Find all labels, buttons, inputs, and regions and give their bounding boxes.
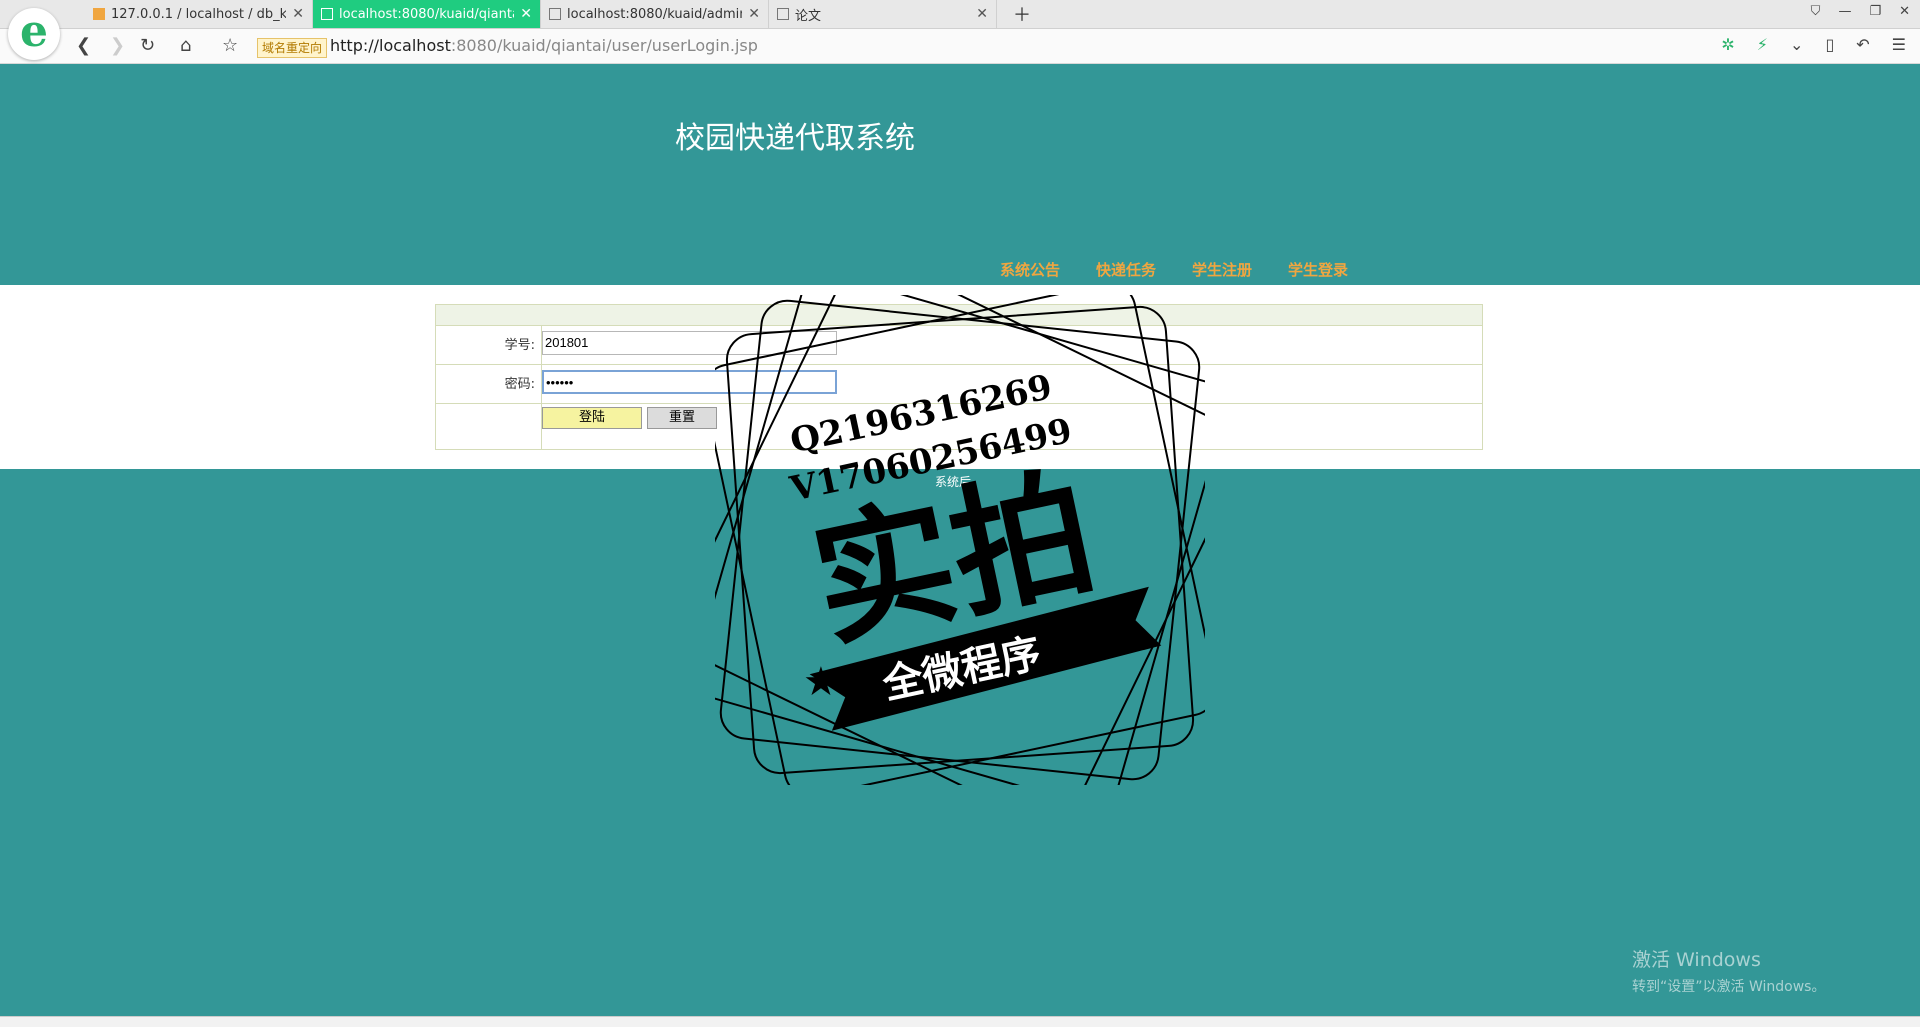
- url-input[interactable]: http://localhost:8080/kuaid/qiantai/user…: [330, 36, 758, 55]
- windows-activation-notice: 激活 Windows 转到“设置”以激活 Windows。: [1632, 945, 1825, 996]
- tab-admin-page[interactable]: localhost:8080/kuaid/admin/i ✕: [541, 0, 769, 28]
- star-icon: ★: [803, 659, 839, 705]
- page-icon: [549, 8, 561, 20]
- nav-student-login[interactable]: 学生登录: [1288, 259, 1348, 280]
- tab-login-page[interactable]: localhost:8080/kuaid/qiantai/ ✕: [313, 0, 541, 28]
- forward-icon[interactable]: ❯: [110, 35, 125, 56]
- student-id-input[interactable]: 201801: [542, 331, 837, 355]
- login-form: 学号: 201801 密码: •••••• 登陆 重置: [435, 304, 1483, 450]
- skin-icon[interactable]: ⛉: [1811, 4, 1821, 19]
- nav-announcements[interactable]: 系统公告: [1000, 259, 1060, 280]
- tab-phpmyadmin[interactable]: 127.0.0.1 / localhost / db_kua ✕: [85, 0, 313, 28]
- pma-icon: [93, 8, 105, 20]
- back-icon[interactable]: ❮: [76, 35, 91, 56]
- close-icon[interactable]: ✕: [292, 6, 304, 22]
- tab-label: 127.0.0.1 / localhost / db_kua: [111, 6, 287, 22]
- star-icon: ★: [1103, 589, 1139, 635]
- window-controls: ⛉ — ❐ ✕: [1811, 4, 1910, 19]
- status-bar: [0, 1016, 1920, 1027]
- url-host: http://localhost: [330, 36, 451, 55]
- toolbar-right: ✲ ⚡ ⌄ ▯ ↶ ☰: [1721, 35, 1906, 54]
- footer-text: 系统后: [935, 475, 972, 489]
- reset-button[interactable]: 重置: [647, 407, 717, 429]
- tab-thesis[interactable]: 论文 ✕: [769, 0, 997, 28]
- chevron-down-icon[interactable]: ⌄: [1790, 35, 1803, 54]
- site-title: 校园快递代取系统: [675, 121, 915, 156]
- password-label: 密码:: [436, 365, 542, 403]
- url-path: :8080/kuaid/qiantai/user/userLogin.jsp: [450, 36, 758, 55]
- nav-delivery-tasks[interactable]: 快递任务: [1096, 259, 1156, 280]
- star-icon[interactable]: ☆: [222, 35, 238, 56]
- page-icon: [777, 8, 789, 20]
- address-bar: ❮ ❯ ↻ ⌂ ☆ 域名重定向 http://localhost:8080/ku…: [0, 29, 1920, 64]
- redirect-badge: 域名重定向: [257, 38, 328, 58]
- student-id-label: 学号:: [436, 326, 542, 364]
- new-tab-button[interactable]: ＋: [1004, 0, 1040, 28]
- password-row: 密码: ••••••: [436, 365, 1482, 404]
- tab-bar: 127.0.0.1 / localhost / db_kua ✕ localho…: [0, 0, 1920, 29]
- activate-title: 激活 Windows: [1632, 949, 1761, 971]
- restore-icon[interactable]: ❐: [1869, 4, 1881, 19]
- stamp-ribbon-text: 全微程序: [878, 630, 1045, 708]
- extension-icon[interactable]: ✲: [1721, 35, 1734, 54]
- minimize-icon[interactable]: —: [1838, 4, 1851, 19]
- home-icon[interactable]: ⌂: [180, 35, 191, 56]
- empty-cell: [436, 404, 542, 449]
- tab-label: localhost:8080/kuaid/qiantai/: [339, 6, 515, 22]
- e-logo-icon: e: [20, 6, 48, 57]
- menu-icon[interactable]: ☰: [1892, 35, 1906, 54]
- student-id-row: 学号: 201801: [436, 326, 1482, 365]
- activate-subtitle: 转到“设置”以激活 Windows。: [1632, 979, 1826, 995]
- page-icon: [321, 8, 333, 20]
- form-header: [436, 305, 1482, 326]
- button-row: 登陆 重置: [436, 404, 1482, 449]
- close-icon[interactable]: ✕: [520, 6, 532, 22]
- tab-label: localhost:8080/kuaid/admin/i: [567, 6, 743, 22]
- stamp-ribbon: [809, 586, 1162, 731]
- password-input[interactable]: ••••••: [542, 370, 837, 394]
- bookmark-icon[interactable]: ▯: [1825, 35, 1834, 54]
- close-icon[interactable]: ✕: [748, 6, 760, 22]
- tab-label: 论文: [795, 8, 822, 24]
- lightning-icon[interactable]: ⚡: [1757, 35, 1768, 54]
- close-window-icon[interactable]: ✕: [1899, 4, 1910, 19]
- login-button[interactable]: 登陆: [542, 407, 642, 429]
- browser-logo: e: [8, 8, 60, 60]
- undo-icon[interactable]: ↶: [1856, 35, 1869, 54]
- reload-icon[interactable]: ↻: [140, 35, 155, 56]
- close-icon[interactable]: ✕: [976, 6, 988, 22]
- site-header: [0, 64, 1920, 284]
- nav-student-register[interactable]: 学生注册: [1192, 259, 1252, 280]
